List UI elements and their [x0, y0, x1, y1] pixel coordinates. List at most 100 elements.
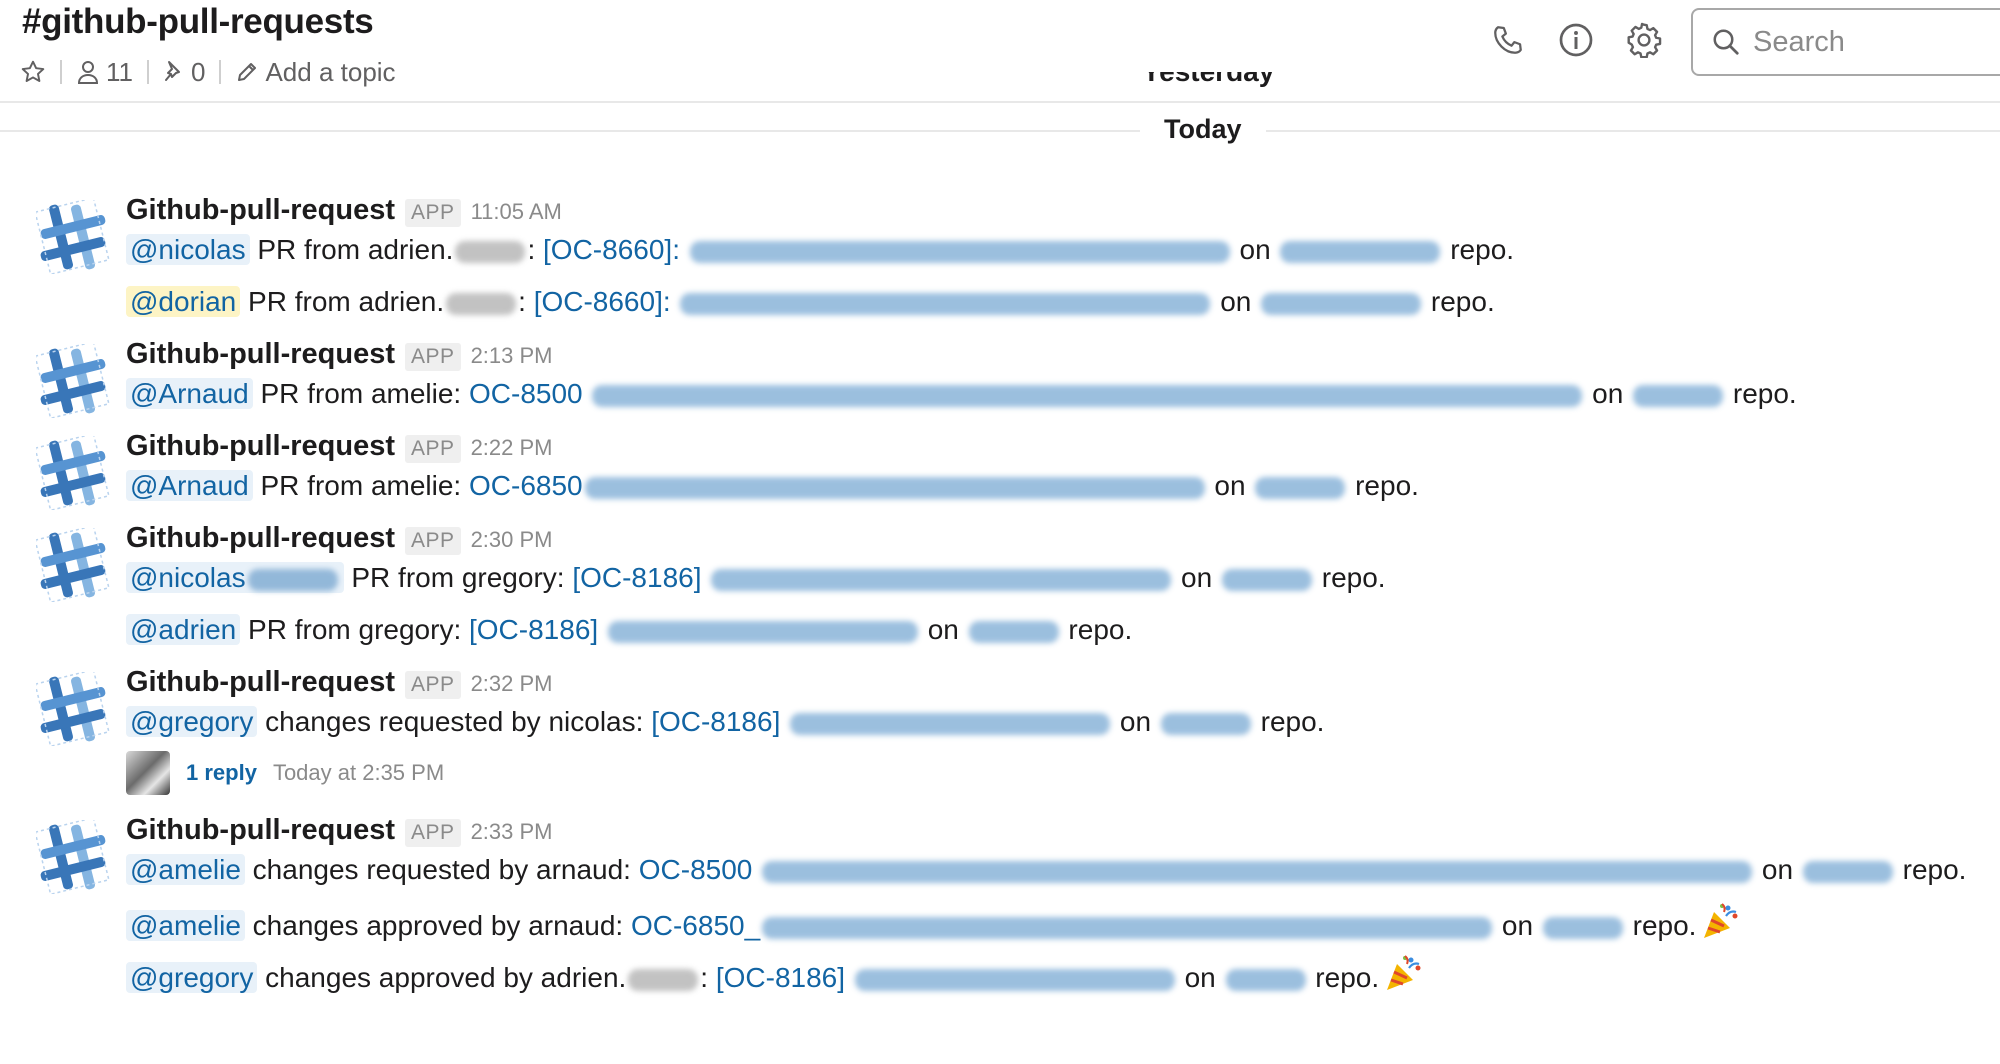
- user-mention[interactable]: @nicolas: [126, 562, 344, 593]
- message-timestamp[interactable]: 2:13 PM: [471, 336, 553, 376]
- user-mention[interactable]: @nicolas: [126, 234, 250, 265]
- app-badge: APP: [405, 819, 461, 847]
- channel-meta: 11 0 Add a topic: [20, 52, 396, 92]
- message-text: @nicolas PR from gregory: [OC-8186] on r…: [126, 558, 2000, 598]
- reply-count-link[interactable]: 1 reply: [186, 760, 257, 786]
- repo-link[interactable]: [1801, 854, 1895, 885]
- on-text: on: [1206, 470, 1254, 501]
- pr-link[interactable]: OC-8500: [639, 854, 1754, 885]
- message-timestamp[interactable]: 11:05 AM: [471, 192, 562, 232]
- on-text: on: [1112, 706, 1159, 737]
- user-mention[interactable]: @gregory: [126, 706, 258, 737]
- phone-icon[interactable]: [1488, 20, 1528, 60]
- app-badge: APP: [405, 671, 461, 699]
- message-group: Github-pull-request APP 2:13 PM @Arnaud PR …: [0, 334, 2000, 420]
- add-topic-button[interactable]: Add a topic: [235, 56, 396, 88]
- author-name[interactable]: Github-pull-request: [126, 334, 395, 374]
- gear-icon[interactable]: [1624, 20, 1664, 60]
- user-mention[interactable]: @Arnaud: [126, 378, 253, 409]
- repo-suffix: repo.: [1894, 854, 1967, 885]
- app-badge: APP: [405, 199, 461, 227]
- author-name[interactable]: Github-pull-request: [126, 190, 395, 230]
- pr-link[interactable]: [OC-8186]: [572, 562, 1173, 593]
- bot-avatar[interactable]: [34, 340, 110, 420]
- user-mention[interactable]: @Arnaud: [126, 470, 253, 501]
- repo-link[interactable]: [1278, 234, 1442, 265]
- bot-avatar[interactable]: [34, 196, 110, 276]
- info-icon[interactable]: [1556, 20, 1596, 60]
- search-box[interactable]: [1691, 8, 2000, 76]
- yesterday-divider: Yesterday: [1126, 72, 1276, 100]
- repo-suffix: repo.: [1060, 614, 1133, 645]
- bot-avatar[interactable]: [34, 432, 110, 512]
- bot-avatar[interactable]: [34, 524, 110, 604]
- yesterday-label: Yesterday: [1142, 72, 1274, 88]
- replier-avatar[interactable]: [126, 751, 170, 795]
- redacted-text: [592, 384, 1583, 407]
- separator-text: :: [700, 961, 716, 993]
- search-input[interactable]: [1753, 25, 1953, 59]
- pr-link[interactable]: [OC-8186]: [469, 614, 920, 645]
- redacted-text: [968, 620, 1059, 643]
- author-name[interactable]: Github-pull-request: [126, 518, 395, 558]
- pinned-count[interactable]: 0: [163, 57, 205, 88]
- repo-link[interactable]: [1253, 470, 1347, 501]
- person-icon: [77, 61, 99, 84]
- add-topic-label: Add a topic: [265, 56, 396, 87]
- redacted-text: [1280, 240, 1441, 263]
- user-mention[interactable]: @amelie: [126, 854, 245, 885]
- redacted-text: [1261, 292, 1422, 315]
- member-count[interactable]: 11: [76, 57, 133, 88]
- app-badge: APP: [405, 435, 461, 463]
- party-popper-icon: [1383, 954, 1423, 1005]
- pr-link[interactable]: [OC-8660]:: [543, 234, 1232, 265]
- redacted-text: [711, 568, 1172, 591]
- message-timestamp[interactable]: 2:22 PM: [471, 428, 553, 468]
- user-mention[interactable]: @gregory: [126, 961, 258, 993]
- repo-link[interactable]: [1159, 706, 1253, 737]
- repo-link[interactable]: [1631, 378, 1725, 409]
- repo-suffix: repo.: [1624, 909, 1697, 941]
- pr-link[interactable]: OC-6850: [469, 470, 1207, 501]
- on-text: on: [1494, 909, 1541, 941]
- bot-avatar[interactable]: [34, 668, 110, 748]
- repo-link[interactable]: [1224, 962, 1308, 993]
- pin-icon: [165, 61, 180, 81]
- message-group: Github-pull-request APP 2:22 PM @Arnaud PR …: [0, 426, 2000, 512]
- message-text: @gregory changes requested by nicolas: […: [126, 702, 2000, 742]
- pr-link[interactable]: [OC-8186]: [651, 706, 1112, 737]
- message-body: changes requested by arnaud:: [244, 854, 639, 885]
- pr-link[interactable]: OC-8500: [469, 378, 1584, 409]
- message-timestamp[interactable]: 2:32 PM: [471, 664, 553, 704]
- message-text: @adrien PR from gregory: [OC-8186] on re…: [126, 610, 2000, 650]
- message-body: PR from gregory:: [343, 562, 573, 593]
- pr-link[interactable]: [OC-8660]:: [534, 286, 1213, 317]
- repo-link[interactable]: [1259, 286, 1423, 317]
- pr-link[interactable]: OC-6850_: [631, 910, 1494, 941]
- author-name[interactable]: Github-pull-request: [126, 662, 395, 702]
- message-text: @Arnaud PR from amelie: OC-6850 on repo.: [126, 466, 2000, 506]
- author-name[interactable]: Github-pull-request: [126, 426, 395, 466]
- channel-title: #github-pull-requests: [22, 2, 374, 41]
- user-mention[interactable]: @amelie: [126, 909, 245, 941]
- repo-link[interactable]: [967, 614, 1061, 645]
- app-badge: APP: [405, 527, 461, 555]
- pr-link[interactable]: [OC-8186]: [716, 962, 1177, 993]
- bot-avatar[interactable]: [34, 816, 110, 896]
- user-mention[interactable]: @dorian: [126, 286, 241, 317]
- message-timestamp[interactable]: 2:33 PM: [471, 812, 553, 852]
- redacted-text: [607, 620, 918, 643]
- redacted-text: [689, 240, 1230, 263]
- user-mention[interactable]: @adrien: [126, 614, 241, 645]
- repo-link[interactable]: [1541, 910, 1625, 941]
- star-icon[interactable]: [20, 59, 46, 85]
- message-body: changes approved by arnaud:: [244, 909, 631, 941]
- author-name[interactable]: Github-pull-request: [126, 810, 395, 850]
- message-header: Github-pull-request APP 11:05 AM: [126, 190, 2000, 230]
- on-text: on: [1231, 234, 1279, 265]
- repo-suffix: repo.: [1252, 706, 1325, 737]
- thread-replies[interactable]: 1 reply Today at 2:35 PM: [126, 750, 2000, 796]
- message-header: Github-pull-request APP 2:33 PM: [126, 810, 2000, 850]
- message-timestamp[interactable]: 2:30 PM: [471, 520, 553, 560]
- repo-link[interactable]: [1220, 562, 1314, 593]
